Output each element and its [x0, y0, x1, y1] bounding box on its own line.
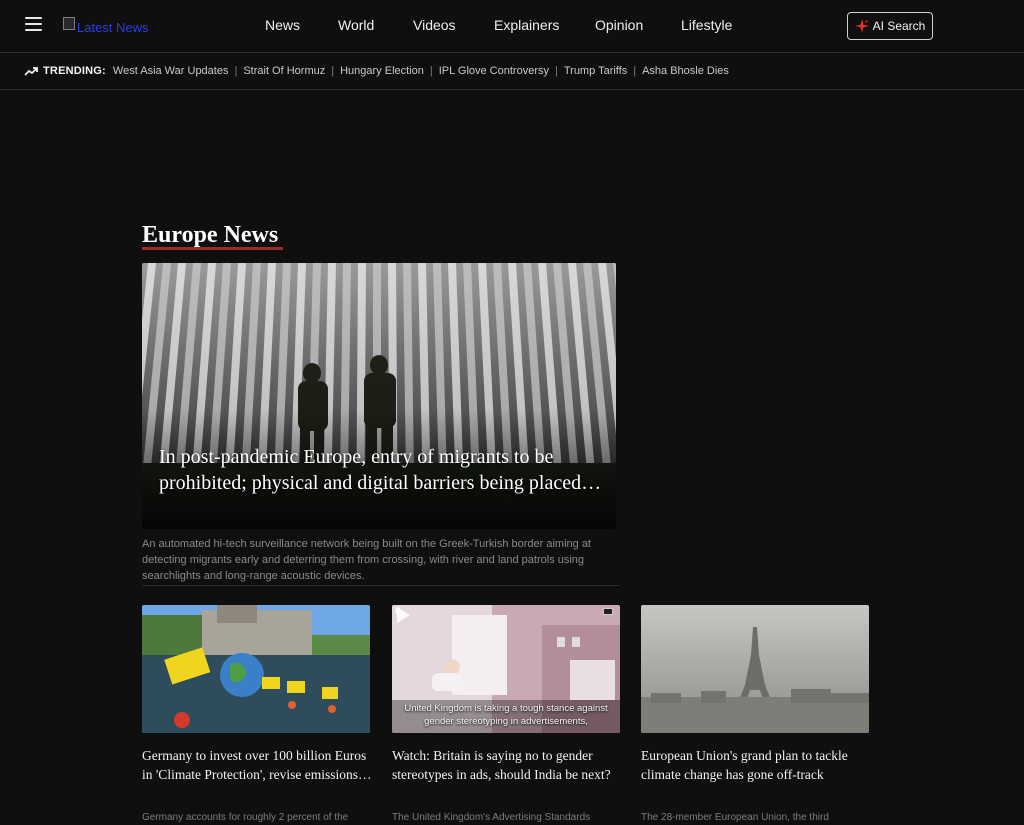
card-headline[interactable]: European Union's grand plan to tackle cl… — [641, 746, 871, 784]
trending-separator: | — [633, 65, 637, 77]
trending-label: TRENDING: — [43, 65, 106, 77]
trending-item[interactable]: Asha Bhosle Dies — [642, 65, 729, 77]
play-icon[interactable] — [392, 605, 412, 625]
card-headline[interactable]: Germany to invest over 100 billion Euros… — [142, 746, 372, 784]
nav-world[interactable]: World — [338, 17, 374, 33]
trending-separator: | — [331, 65, 335, 77]
trending-bar: TRENDING: West Asia War Updates | Strait… — [0, 53, 1024, 90]
nav-explainers[interactable]: Explainers — [494, 17, 559, 33]
card-description: Germany accounts for roughly 2 percent o… — [142, 812, 349, 823]
nav-news[interactable]: News — [265, 17, 300, 33]
card-description: The 28-member European Union, the third — [641, 812, 829, 823]
broken-image-icon — [63, 16, 75, 30]
card-thumbnail — [142, 605, 370, 733]
divider — [142, 585, 620, 586]
article-card[interactable]: European Union's grand plan to tackle cl… — [641, 605, 871, 823]
thumbnail-image-climate-protest — [142, 605, 370, 733]
card-description: The United Kingdom's Advertising Standar… — [392, 812, 591, 823]
trending-up-icon — [24, 67, 38, 76]
ai-search-label: AI Search — [872, 19, 926, 33]
trending-item[interactable]: Hungary Election — [340, 65, 424, 77]
article-card[interactable]: Germany to invest over 100 billion Euros… — [142, 605, 372, 823]
trending-item[interactable]: Trump Tariffs — [564, 65, 627, 77]
hero-headline[interactable]: In post-pandemic Europe, entry of migran… — [159, 444, 614, 496]
hero-description: An automated hi-tech surveillance networ… — [142, 538, 591, 582]
trending-separator: | — [554, 65, 558, 77]
thumbnail-image-smoggy-paris — [641, 605, 869, 733]
card-headline[interactable]: Watch: Britain is saying no to gender st… — [392, 746, 622, 784]
top-navigation-bar: Latest News News World Videos Explainers… — [0, 0, 1024, 53]
card-thumbnail: F United Kingdom is taking a tough stanc… — [392, 605, 620, 733]
trending-item[interactable]: Strait Of Hormuz — [243, 65, 325, 77]
logo-alt-text: Latest News — [77, 19, 149, 35]
sparkle-icon — [854, 19, 869, 33]
trending-item[interactable]: IPL Glove Controversy — [439, 65, 549, 77]
trending-separator: | — [234, 65, 238, 77]
trending-separator: | — [429, 65, 433, 77]
video-caption-overlay: United Kingdom is taking a tough stance … — [404, 703, 608, 727]
nav-opinion[interactable]: Opinion — [595, 17, 643, 33]
ai-search-button[interactable]: AI Search — [847, 12, 933, 40]
video-article-card[interactable]: F United Kingdom is taking a tough stanc… — [392, 605, 622, 823]
nav-lifestyle[interactable]: Lifestyle — [681, 17, 732, 33]
section-title-underline — [142, 247, 283, 250]
trending-item[interactable]: West Asia War Updates — [113, 65, 229, 77]
card-thumbnail — [641, 605, 869, 733]
nav-videos[interactable]: Videos — [413, 17, 456, 33]
section-title: Europe News — [142, 222, 279, 248]
hero-article[interactable]: In post-pandemic Europe, entry of migran… — [142, 263, 616, 529]
hamburger-menu-icon[interactable] — [25, 17, 42, 31]
cast-icon — [603, 608, 613, 615]
site-logo-link[interactable]: Latest News — [63, 16, 149, 37]
